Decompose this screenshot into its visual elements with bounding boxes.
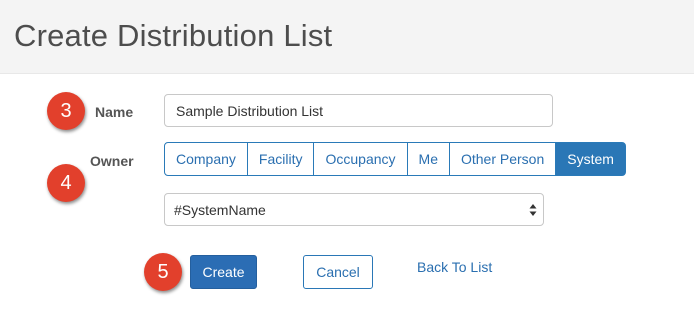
name-input[interactable]: [164, 94, 553, 127]
page-title: Create Distribution List: [14, 18, 333, 53]
step-badge-3: 3: [47, 92, 85, 130]
owner-label: Owner: [90, 153, 134, 169]
owner-option-system[interactable]: System: [555, 142, 626, 176]
cancel-button[interactable]: Cancel: [303, 255, 373, 289]
up-down-caret-icon: [529, 204, 537, 216]
owner-option-occupancy[interactable]: Occupancy: [313, 142, 408, 176]
owner-option-facility[interactable]: Facility: [246, 142, 315, 176]
step-badge-5: 5: [144, 253, 182, 291]
step-badge-4: 4: [47, 164, 85, 202]
back-to-list-link[interactable]: Back To List: [417, 259, 492, 275]
owner-button-group: Company Facility Occupancy Me Other Pers…: [164, 142, 626, 176]
owner-option-me[interactable]: Me: [406, 142, 450, 176]
page-header: Create Distribution List: [0, 0, 694, 74]
name-label: Name: [95, 104, 134, 120]
system-select-value: #SystemName: [174, 202, 266, 218]
create-button[interactable]: Create: [190, 255, 257, 289]
owner-option-company[interactable]: Company: [164, 142, 248, 176]
system-select[interactable]: #SystemName: [164, 193, 544, 226]
owner-option-other-person[interactable]: Other Person: [448, 142, 557, 176]
